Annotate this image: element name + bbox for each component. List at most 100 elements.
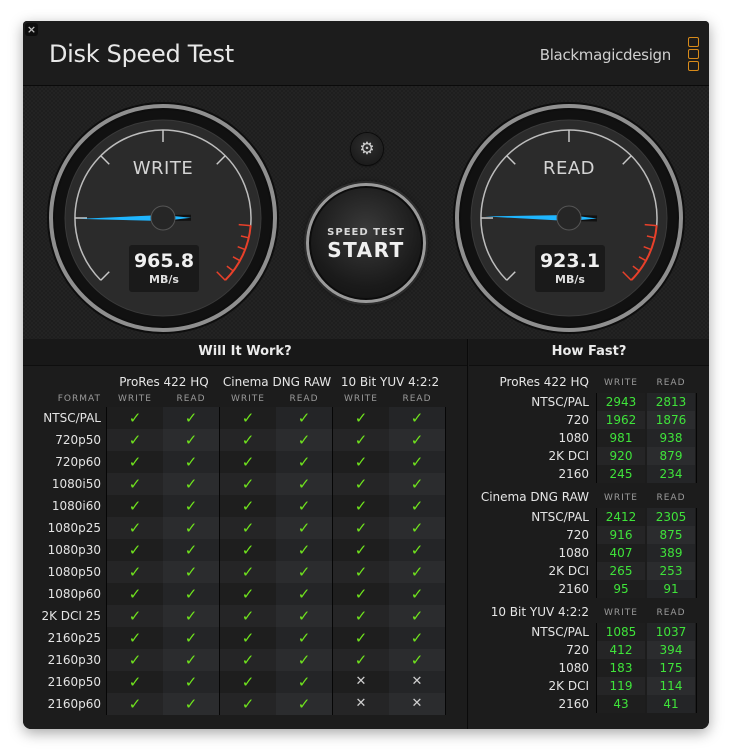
check-icon: ✓	[389, 605, 445, 627]
how-fast-row: 2K DCI 119 114	[469, 677, 709, 695]
how-fast-row: NTSC/PAL 2943 2813	[469, 393, 709, 411]
read-speed-fps: 875	[647, 526, 695, 544]
check-icon: ✓	[276, 407, 332, 429]
check-icon: ✓	[220, 407, 276, 429]
will-it-work-row: 1080i50 ✓ ✓ ✓ ✓ ✓ ✓	[23, 473, 467, 495]
how-fast-format-label: NTSC/PAL	[531, 625, 589, 639]
read-gauge-dial	[453, 102, 685, 334]
check-icon: ✓	[220, 671, 276, 693]
check-icon: ✓	[276, 627, 332, 649]
will-it-work-row: 2160p30 ✓ ✓ ✓ ✓ ✓ ✓	[23, 649, 467, 671]
check-icon: ✓	[333, 583, 389, 605]
write-gauge-label: WRITE	[132, 158, 194, 179]
title-bar: × Disk Speed Test Blackmagicdesign	[23, 21, 709, 86]
format-label: 2K DCI 25	[41, 609, 101, 623]
check-icon: ✓	[107, 671, 163, 693]
write-speed-fps: 2412	[597, 508, 645, 526]
how-fast-row: 1080 981 938	[469, 429, 709, 447]
check-icon: ✓	[276, 605, 332, 627]
write-gauge-dial	[47, 102, 279, 334]
how-fast-row: 1080 407 389	[469, 544, 709, 562]
check-icon: ✓	[333, 605, 389, 627]
check-icon: ✓	[163, 495, 219, 517]
check-icon: ✓	[163, 693, 219, 715]
format-label: 2160p30	[47, 653, 101, 667]
check-icon: ✓	[389, 649, 445, 671]
codec-header-prores: ProRes 422 HQ	[119, 375, 209, 389]
check-icon: ✓	[107, 561, 163, 583]
check-icon: ✓	[220, 649, 276, 671]
how-fast-col-read: READ	[656, 378, 686, 388]
check-icon: ✓	[276, 473, 332, 495]
write-speed-fps: 920	[597, 447, 645, 465]
how-fast-col-read: READ	[656, 493, 686, 503]
how-fast-codec-title: Cinema DNG RAW	[480, 490, 589, 504]
start-button[interactable]: SPEED TEST START	[306, 183, 426, 303]
start-button-label: START	[327, 238, 405, 262]
write-speed-fps: 1085	[597, 623, 645, 641]
format-label: NTSC/PAL	[43, 411, 101, 425]
write-speed-fps: 412	[597, 641, 645, 659]
check-icon: ✓	[333, 649, 389, 671]
column-divider	[106, 407, 107, 715]
read-gauge-label: READ	[542, 158, 596, 179]
will-it-work-title: Will It Work?	[23, 339, 467, 366]
how-fast-format-label: 2160	[558, 467, 589, 481]
read-speed-fps: 389	[647, 544, 695, 562]
format-label: 1080p30	[47, 543, 101, 557]
check-icon: ✓	[389, 429, 445, 451]
check-icon: ✓	[163, 517, 219, 539]
check-icon: ✓	[107, 429, 163, 451]
how-fast-title: How Fast?	[469, 339, 709, 366]
settings-button[interactable]: ⚙	[351, 133, 383, 165]
column-divider	[696, 623, 697, 713]
check-icon: ✓	[107, 407, 163, 429]
gauge-needle-hub	[556, 205, 582, 231]
cross-icon: ✕	[389, 693, 445, 715]
write-speed-unit: MB/s	[149, 273, 179, 286]
check-icon: ✓	[107, 693, 163, 715]
how-fast-row: NTSC/PAL 1085 1037	[469, 623, 709, 641]
write-speed-fps: 119	[597, 677, 645, 695]
how-fast-format-label: 720	[566, 528, 589, 542]
read-readout: 923.1 MB/s	[535, 245, 605, 292]
check-icon: ✓	[276, 649, 332, 671]
format-label: 1080i60	[51, 499, 101, 513]
check-icon: ✓	[389, 561, 445, 583]
gauge-redzone-tick	[644, 223, 657, 227]
brand-name: Blackmagicdesign	[539, 46, 672, 64]
check-icon: ✓	[163, 451, 219, 473]
check-icon: ✓	[389, 583, 445, 605]
disk-speed-test-window: × Disk Speed Test Blackmagicdesign WRITE…	[23, 21, 709, 729]
write-speed-fps: 407	[597, 544, 645, 562]
check-icon: ✓	[107, 583, 163, 605]
check-icon: ✓	[163, 473, 219, 495]
how-fast-row: 2160 245 234	[469, 465, 709, 483]
write-speed-value: 965.8	[133, 250, 195, 272]
format-label: 1080p50	[47, 565, 101, 579]
write-speed-fps: 183	[597, 659, 645, 677]
how-fast-format-label: 720	[566, 643, 589, 657]
check-icon: ✓	[220, 561, 276, 583]
read-gauge: READ 923.1 MB/s	[451, 100, 687, 336]
how-fast-format-label: NTSC/PAL	[531, 395, 589, 409]
how-fast-format-label: 720	[566, 413, 589, 427]
check-icon: ✓	[107, 539, 163, 561]
col-header-write: WRITE	[344, 394, 378, 404]
close-button[interactable]: ×	[25, 23, 38, 36]
close-icon: ×	[26, 23, 37, 36]
read-speed-fps: 2305	[647, 508, 695, 526]
check-icon: ✓	[107, 495, 163, 517]
check-icon: ✓	[220, 605, 276, 627]
format-label: 1080i50	[51, 477, 101, 491]
how-fast-row: 2K DCI 920 879	[469, 447, 709, 465]
read-speed-fps: 234	[647, 465, 695, 483]
will-it-work-grid: NTSC/PAL ✓ ✓ ✓ ✓ ✓ ✓ 720p50 ✓ ✓ ✓ ✓ ✓ ✓ 720p60 ✓ ✓ ✓ ✓ ✓ ✓ 10…	[23, 407, 467, 715]
check-icon: ✓	[389, 407, 445, 429]
check-icon: ✓	[163, 407, 219, 429]
column-divider	[219, 407, 220, 715]
how-fast-codec-title: 10 Bit YUV 4:2:2	[490, 605, 589, 619]
read-speed-unit: MB/s	[555, 273, 585, 286]
col-header-write: WRITE	[231, 394, 265, 404]
check-icon: ✓	[220, 473, 276, 495]
